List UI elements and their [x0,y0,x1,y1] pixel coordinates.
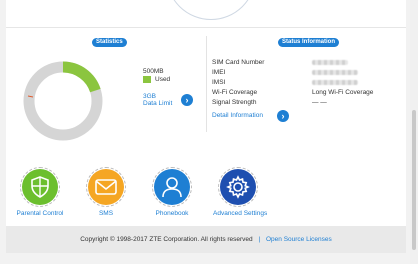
sim-card-number-label: SIM Card Number [212,59,265,66]
data-limit-arrow-button[interactable]: › [181,94,193,106]
app-circle [218,167,258,207]
app-inner [22,169,58,205]
imsi-label: IMSI [212,79,226,86]
gear-icon [226,175,250,199]
detail-information-arrow-button[interactable]: › [277,110,289,122]
shield-icon [31,176,49,198]
usage-donut-chart: 3GB [23,61,103,141]
app-phonebook[interactable]: Phonebook [147,167,197,217]
app-inner [154,169,190,205]
app-label: Phonebook [155,210,189,217]
main-panel: Statistics 3GB 500MB Used 3GB Data Limit… [6,0,406,226]
app-circle [86,167,126,207]
signal-strength-label: Signal Strength [212,99,257,106]
open-source-licenses-link[interactable]: Open Source Licenses [266,236,332,243]
section-divider [6,27,406,28]
imsi-value [312,80,358,85]
used-legend-label: Used [155,76,171,83]
used-legend-swatch [143,76,151,83]
detail-information-link[interactable]: Detail Information [212,112,263,120]
app-advanced-settings[interactable]: Advanced Settings [213,167,268,217]
header-arc [166,0,256,20]
app-inner [220,169,256,205]
app-label: Advanced Settings [213,210,268,217]
column-divider [206,36,207,132]
app-label: Parental Control [16,210,64,217]
app-circle [152,167,192,207]
sim-card-number-value [312,60,348,65]
wifi-coverage-value: Long Wi-Fi Coverage [312,89,374,96]
data-limit-link[interactable]: Data Limit [143,100,172,108]
imei-label: IMEI [212,69,226,76]
envelope-icon [95,179,117,195]
signal-strength-value: — — [312,99,327,106]
scrollbar-thumb[interactable] [412,110,416,250]
used-amount: 500MB [143,68,164,75]
app-label: SMS [98,210,114,217]
donut-center-label: 3GB [55,97,71,106]
status-information-title: Status Information [278,38,340,47]
footer-separator: | [258,236,261,243]
wifi-coverage-label: Wi-Fi Coverage [212,89,258,96]
imei-value [312,70,358,75]
app-sms[interactable]: SMS [81,167,131,217]
app-circle [20,167,60,207]
copyright-text: Copyright © 1998-2017 ZTE Corporation. A… [80,236,253,243]
footer: Copyright © 1998-2017 ZTE Corporation. A… [6,226,406,253]
person-icon [162,177,182,198]
app-parental-control[interactable]: Parental Control [15,167,65,217]
app-inner [88,169,124,205]
statistics-title: Statistics [92,38,127,47]
